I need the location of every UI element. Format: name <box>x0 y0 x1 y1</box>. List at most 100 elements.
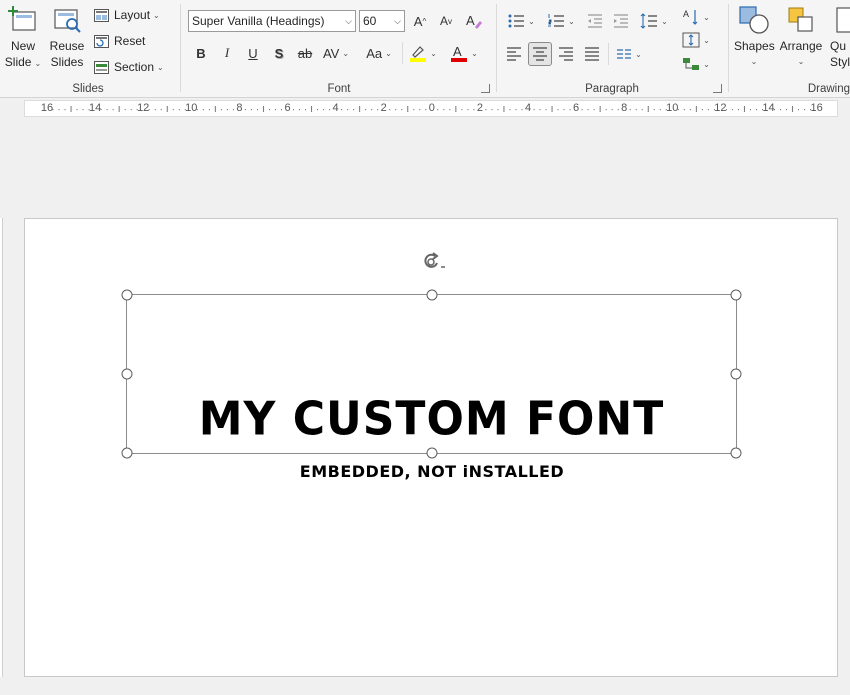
justify-button[interactable] <box>580 42 604 66</box>
resize-handle-bottom-right[interactable] <box>730 447 742 459</box>
new-slide-label-2: Slide ⌄ <box>4 55 42 69</box>
new-slide-button[interactable]: New Slide ⌄ <box>4 4 42 72</box>
resize-handle-top[interactable] <box>426 289 437 301</box>
slide-title[interactable]: MY CUSTOM FONT <box>127 393 736 447</box>
highlight-color-swatch <box>410 58 427 62</box>
shadow-button[interactable]: S <box>268 41 290 65</box>
font-group: Super Vanilla (Headings) ⌵ 60 ⌵ A ^ Av A … <box>184 0 494 97</box>
columns-button[interactable]: ⌄ <box>612 42 646 66</box>
numbering-button[interactable]: ⌄ <box>542 9 580 33</box>
ruler-tick <box>256 109 258 111</box>
align-left-button[interactable] <box>502 42 526 66</box>
arrange-button[interactable]: Arrange ⌄ <box>778 4 824 70</box>
ruler-tick <box>202 109 204 111</box>
ruler-tick <box>563 109 565 111</box>
strikethrough-button[interactable]: ab <box>294 41 316 65</box>
ruler-tick <box>755 109 757 111</box>
bold-button[interactable]: B <box>190 41 212 65</box>
character-spacing-button[interactable]: AV ⌄ <box>320 41 352 65</box>
grow-font-button[interactable]: A ^ <box>408 9 432 33</box>
align-right-button[interactable] <box>554 42 578 66</box>
ruler-tick <box>515 109 517 111</box>
ruler-tick <box>220 109 222 111</box>
ruler-tick <box>293 109 295 111</box>
font-size-combo[interactable]: 60 ⌵ <box>359 10 405 32</box>
reset-button[interactable]: Reset <box>94 31 145 51</box>
ruler-tick <box>329 109 331 111</box>
section-button[interactable]: Section ⌄ <box>94 57 164 77</box>
ruler-tick <box>786 109 788 111</box>
ruler-tick <box>533 109 535 111</box>
resize-handle-left[interactable] <box>121 368 133 380</box>
align-center-button[interactable] <box>528 42 552 66</box>
ruler-tick <box>353 109 355 111</box>
increase-indent-button[interactable] <box>610 9 632 33</box>
convert-smartart-button[interactable]: ⌄ <box>680 52 712 76</box>
ruler-tick <box>449 109 451 111</box>
shapes-button[interactable]: Shapes ⌄ <box>734 4 775 70</box>
slide-subtitle[interactable]: EMBEDDED, NOT iNSTALLED <box>25 462 839 481</box>
slide[interactable]: MY CUSTOM FONT EMBEDDED, NOT iNSTALLED <box>24 218 838 677</box>
resize-handle-top-right[interactable] <box>730 289 742 301</box>
chevron-down-icon: ⌄ <box>797 57 805 66</box>
chevron-down-icon: ⌄ <box>568 16 575 26</box>
align-text-button[interactable]: ⌄ <box>680 28 712 52</box>
drawing-group: Shapes ⌄ Arrange ⌄ Qu Style Drawing <box>730 0 850 97</box>
chevron-down-icon: ⌄ <box>471 48 478 58</box>
ruler-tick <box>437 109 439 111</box>
change-case-button[interactable]: Aa ⌄ <box>362 41 396 65</box>
ruler-tick <box>521 109 523 111</box>
ruler-tick <box>124 109 126 111</box>
quick-styles-button[interactable]: Qu Style <box>830 4 850 70</box>
resize-handle-top-left[interactable] <box>121 289 133 301</box>
chevron-down-icon: ⌄ <box>635 49 642 59</box>
separator <box>496 4 497 92</box>
ruler-tick <box>118 106 120 112</box>
ruler-tick <box>599 106 601 112</box>
font-color-button[interactable]: A ⌄ <box>446 41 482 65</box>
bullets-button[interactable]: ⌄ <box>502 9 540 33</box>
reuse-slides-button[interactable]: Reuse Slides <box>48 4 86 70</box>
clear-formatting-button[interactable]: A <box>462 9 486 33</box>
smartart-icon <box>683 58 700 70</box>
character-spacing-glyph: AV <box>322 45 340 61</box>
ruler-tick <box>413 109 415 111</box>
svg-text:A: A <box>453 44 462 59</box>
ruler-tick <box>208 109 210 111</box>
ruler-tick <box>214 106 216 112</box>
text-direction-button[interactable]: A ⌄ <box>680 5 712 29</box>
ruler-label: 8 <box>236 102 243 114</box>
ruler-tick <box>250 109 252 111</box>
ruler-tick <box>106 109 108 111</box>
columns-icon <box>617 49 632 59</box>
ruler-tick <box>305 109 307 111</box>
italic-button[interactable]: I <box>216 41 238 65</box>
horizontal-ruler[interactable]: 16 14 12 10 8 6 4 2 0 2 4 6 8 10 12 14 16 <box>24 100 838 117</box>
font-size-value: 60 <box>363 14 377 28</box>
ruler-tick <box>64 109 66 111</box>
title-textbox[interactable]: MY CUSTOM FONT <box>121 252 742 459</box>
ruler-tick <box>581 109 583 111</box>
line-spacing-button[interactable]: ⌄ <box>636 9 672 33</box>
shrink-font-button[interactable]: Av <box>434 9 458 33</box>
ruler-tick <box>647 106 649 112</box>
ruler-label: 16 <box>40 102 54 114</box>
ruler-label: 4 <box>524 102 532 114</box>
clear-formatting-icon: A <box>466 13 482 29</box>
ruler-tick <box>425 109 427 111</box>
paragraph-dialog-launcher-icon[interactable] <box>713 84 722 93</box>
ruler-tick <box>743 106 745 112</box>
ruler-tick <box>401 109 403 111</box>
decrease-indent-button[interactable] <box>584 9 606 33</box>
resize-handle-bottom-left[interactable] <box>121 447 133 459</box>
underline-button[interactable]: U <box>242 41 264 65</box>
layout-label: Layout <box>114 8 151 22</box>
align-text-icon <box>682 32 700 48</box>
layout-button[interactable]: Layout ⌄ <box>94 5 160 25</box>
resize-handle-right[interactable] <box>730 368 742 380</box>
font-dialog-launcher-icon[interactable] <box>481 84 490 93</box>
rotate-handle-icon[interactable] <box>419 251 445 273</box>
highlight-color-button[interactable]: ⌄ <box>406 41 440 65</box>
resize-handle-bottom[interactable] <box>426 447 437 459</box>
font-name-combo[interactable]: Super Vanilla (Headings) ⌵ <box>188 10 356 32</box>
